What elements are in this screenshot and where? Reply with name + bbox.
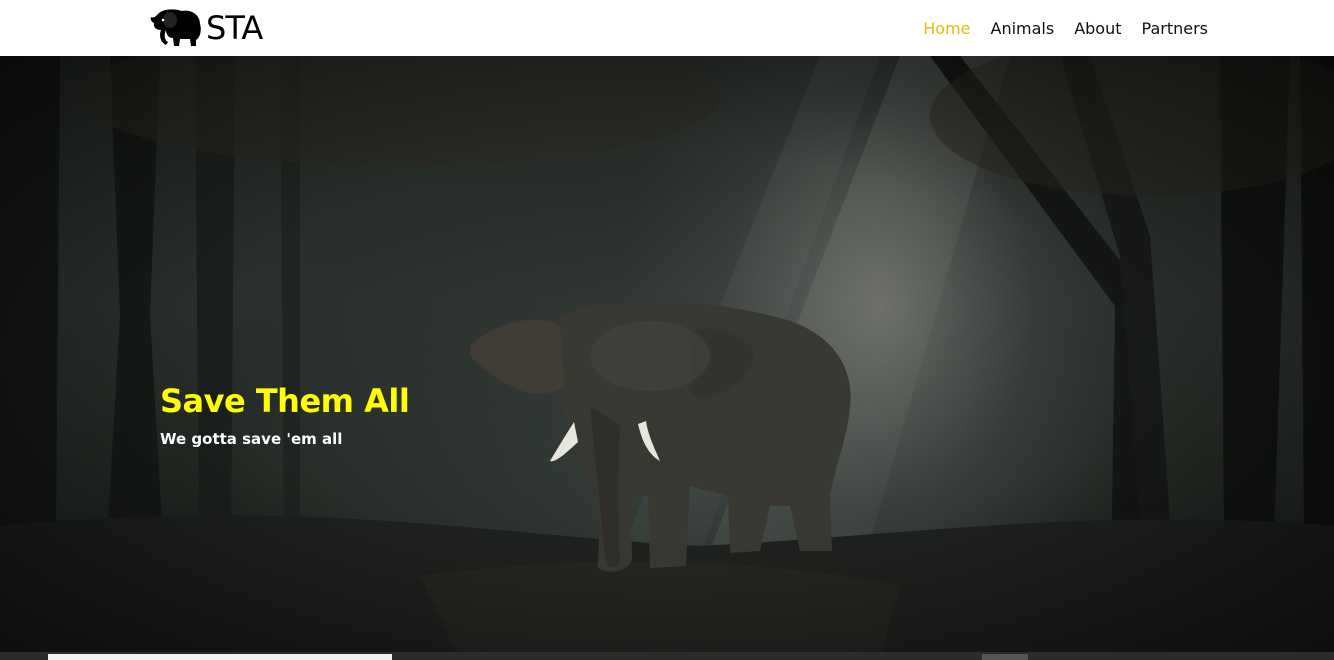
nav-home[interactable]: Home [923, 19, 970, 38]
os-taskbar [0, 652, 1334, 660]
nav-animals[interactable]: Animals [991, 19, 1055, 38]
hero-title: Save Them All [160, 382, 410, 420]
main-nav: Home Animals About Partners [923, 0, 1208, 56]
nav-about[interactable]: About [1074, 19, 1121, 38]
hero-banner: Save Them All We gotta save 'em all [0, 56, 1334, 660]
taskbar-search[interactable] [48, 654, 392, 660]
nav-partners[interactable]: Partners [1142, 19, 1208, 38]
top-navbar: STA Home Animals About Partners [0, 0, 1334, 56]
hero-background-image [0, 56, 1334, 660]
brand-name: STA [206, 9, 263, 47]
brand-logo[interactable]: STA [148, 6, 263, 50]
hero-subtitle: We gotta save 'em all [160, 430, 343, 448]
taskbar-app[interactable] [982, 654, 1028, 660]
elephant-icon [150, 9, 201, 46]
